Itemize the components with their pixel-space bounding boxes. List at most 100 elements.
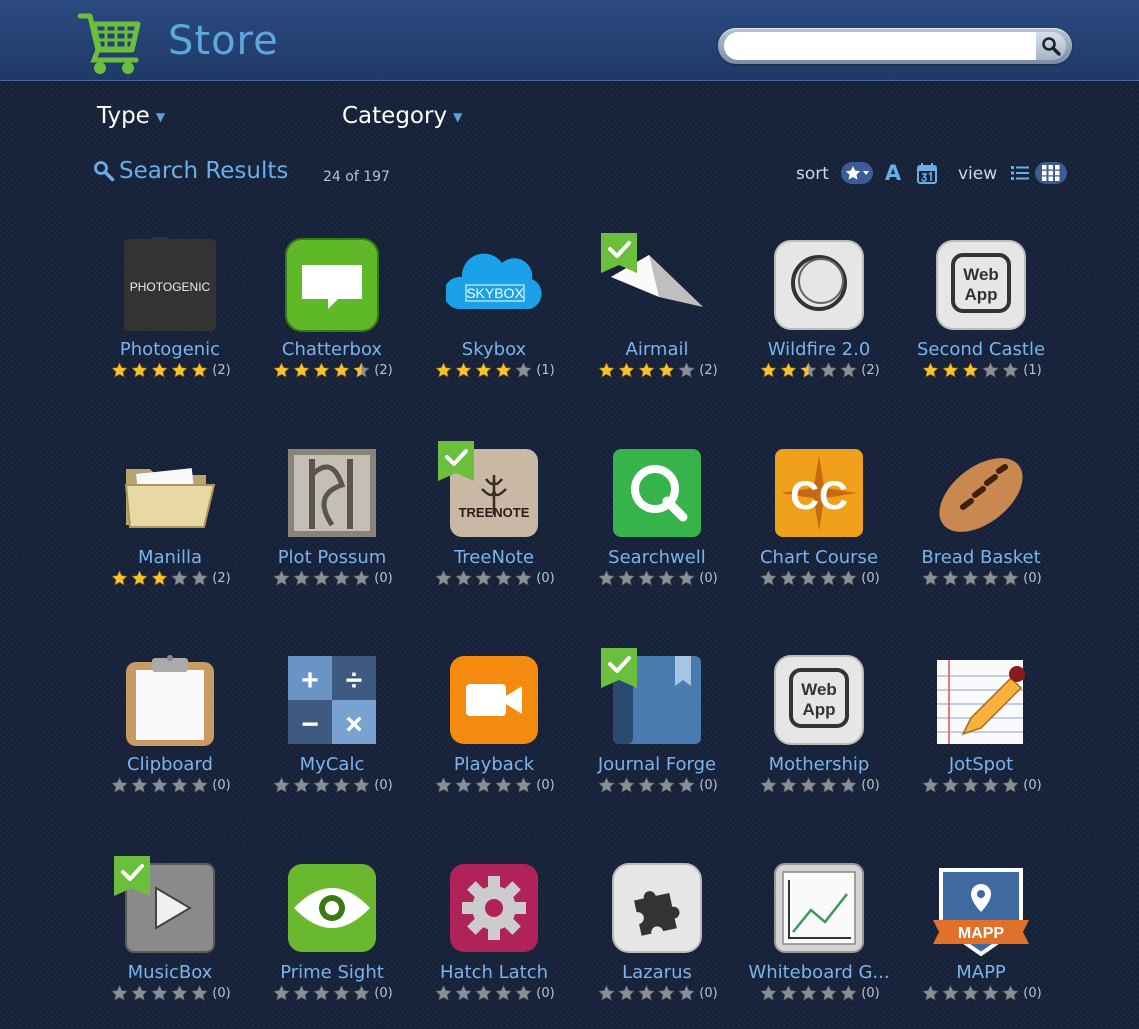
app-name[interactable]: Skybox [414, 339, 574, 360]
shopping-cart-icon[interactable] [78, 10, 142, 76]
app-name[interactable]: MAPP [901, 962, 1061, 983]
search-input[interactable] [724, 32, 1036, 60]
cloud-icon[interactable]: SKYBOX [446, 237, 542, 333]
video-camera-icon[interactable] [446, 652, 542, 748]
folder-icon[interactable] [122, 445, 218, 541]
app-name[interactable]: Wildfire 2.0 [739, 339, 899, 360]
app-tile[interactable]: Wildfire 2.0 (2) [739, 237, 899, 397]
app-tile[interactable]: Clipboard (0) [90, 652, 250, 812]
app-name[interactable]: Journal Forge [577, 754, 737, 775]
app-name[interactable]: Playback [414, 754, 574, 775]
app-tile[interactable]: Chatterbox (2) [252, 237, 412, 397]
grid-icon [1042, 165, 1060, 181]
app-name[interactable]: Prime Sight [252, 962, 412, 983]
grid-view-button[interactable] [1035, 162, 1067, 184]
whiteboard-icon[interactable] [771, 860, 867, 956]
app-tile[interactable]: CC Chart Course (0) [739, 445, 899, 605]
rating-count: (2) [699, 363, 718, 378]
app-tile[interactable]: MusicBox (0) [90, 856, 250, 1020]
star-icon [840, 570, 857, 586]
type-filter[interactable]: Type ▼ [97, 103, 165, 129]
app-name[interactable]: MusicBox [90, 962, 250, 983]
app-name[interactable]: Mothership [739, 754, 899, 775]
notepad-pencil-icon[interactable] [933, 652, 1029, 748]
app-tile[interactable]: Plot Possum (0) [252, 445, 412, 605]
star-icon [475, 570, 492, 586]
app-name[interactable]: Lazarus [577, 962, 737, 983]
app-tile[interactable]: TREENOTE TreeNote (0) [414, 441, 574, 605]
app-tile[interactable]: Hatch Latch (0) [414, 860, 574, 1020]
app-name[interactable]: Airmail [577, 339, 737, 360]
star-icon [151, 570, 168, 586]
star-icon [293, 570, 310, 586]
rating-count: (0) [861, 778, 880, 793]
app-name[interactable]: Manilla [90, 547, 250, 568]
gear-icon[interactable] [446, 860, 542, 956]
chat-bubble-icon[interactable] [284, 237, 380, 333]
app-tile[interactable]: SKYBOX Skybox (1) [414, 237, 574, 397]
app-tile[interactable]: Manilla (2) [90, 445, 250, 605]
rating-count: (0) [536, 986, 555, 1001]
app-tile[interactable]: Web App Mothership (0) [739, 652, 899, 812]
star-icon [1002, 362, 1019, 378]
app-tile[interactable]: + ÷ − × MyCalc (0) [252, 652, 412, 812]
eye-icon[interactable] [284, 860, 380, 956]
chart-course-icon[interactable]: CC [771, 445, 867, 541]
app-name[interactable]: Clipboard [90, 754, 250, 775]
app-name[interactable]: JotSpot [901, 754, 1061, 775]
app-tile[interactable]: MAPP MAPP (0) [901, 860, 1061, 1020]
search-q-icon[interactable] [609, 445, 705, 541]
app-rating: (0) [414, 570, 574, 587]
list-icon [1011, 166, 1029, 180]
app-tile[interactable]: Bread Basket (0) [901, 445, 1061, 605]
web-app-icon[interactable]: WebApp [771, 652, 867, 748]
app-tile[interactable]: Journal Forge (0) [577, 648, 737, 812]
sort-by-rating-button[interactable] [841, 162, 873, 184]
sort-label: sort [796, 164, 829, 184]
app-tile[interactable]: Web App Second Castle (1) [901, 237, 1061, 397]
app-tile[interactable]: Whiteboard G... (0) [739, 860, 899, 1020]
list-view-button[interactable] [1009, 162, 1031, 184]
category-filter[interactable]: Category ▼ [342, 103, 462, 129]
app-name[interactable]: Plot Possum [252, 547, 412, 568]
app-tile[interactable]: Searchwell (0) [577, 445, 737, 605]
app-name[interactable]: Searchwell [577, 547, 737, 568]
app-rating: (0) [739, 570, 899, 587]
app-name[interactable]: Chatterbox [252, 339, 412, 360]
app-name[interactable]: Hatch Latch [414, 962, 574, 983]
app-tile[interactable]: Airmail (2) [577, 233, 737, 397]
star-icon [191, 362, 208, 378]
search-button[interactable] [1036, 32, 1066, 60]
clipboard-icon[interactable] [122, 652, 218, 748]
web-app-icon[interactable]: WebApp [933, 237, 1029, 333]
app-rating: (2) [739, 362, 899, 379]
app-tile[interactable]: Playback (0) [414, 652, 574, 812]
star-icon [191, 777, 208, 793]
app-tile[interactable]: Lazarus (0) [577, 860, 737, 1020]
app-name[interactable]: Whiteboard G... [739, 962, 899, 983]
page-title: Store [168, 18, 279, 64]
app-name[interactable]: Second Castle [901, 339, 1061, 360]
star-icon [760, 362, 777, 378]
photogenic-icon[interactable]: PHOTOGENIC [122, 237, 218, 333]
search-icon [94, 161, 115, 182]
app-name[interactable]: Chart Course [739, 547, 899, 568]
app-name[interactable]: Bread Basket [901, 547, 1061, 568]
app-tile[interactable]: Prime Sight (0) [252, 860, 412, 1020]
star-icon [982, 570, 999, 586]
plot-possum-icon[interactable] [284, 445, 380, 541]
calculator-icon[interactable]: + ÷− × [284, 652, 380, 748]
star-icon [475, 985, 492, 1001]
circle-swirl-icon[interactable] [771, 237, 867, 333]
map-pin-icon[interactable]: MAPP [933, 860, 1029, 956]
app-name[interactable]: MyCalc [252, 754, 412, 775]
app-tile[interactable]: PHOTOGENIC Photogenic (2) [90, 237, 250, 397]
app-tile[interactable]: JotSpot (0) [901, 652, 1061, 812]
sort-by-date-button[interactable] [916, 161, 938, 185]
rating-count: (0) [1023, 986, 1042, 1001]
bread-icon[interactable] [933, 445, 1029, 541]
app-name[interactable]: TreeNote [414, 547, 574, 568]
app-name[interactable]: Photogenic [90, 339, 250, 360]
sort-alphabetical-button[interactable]: A [882, 161, 904, 185]
puzzle-icon[interactable] [609, 860, 705, 956]
